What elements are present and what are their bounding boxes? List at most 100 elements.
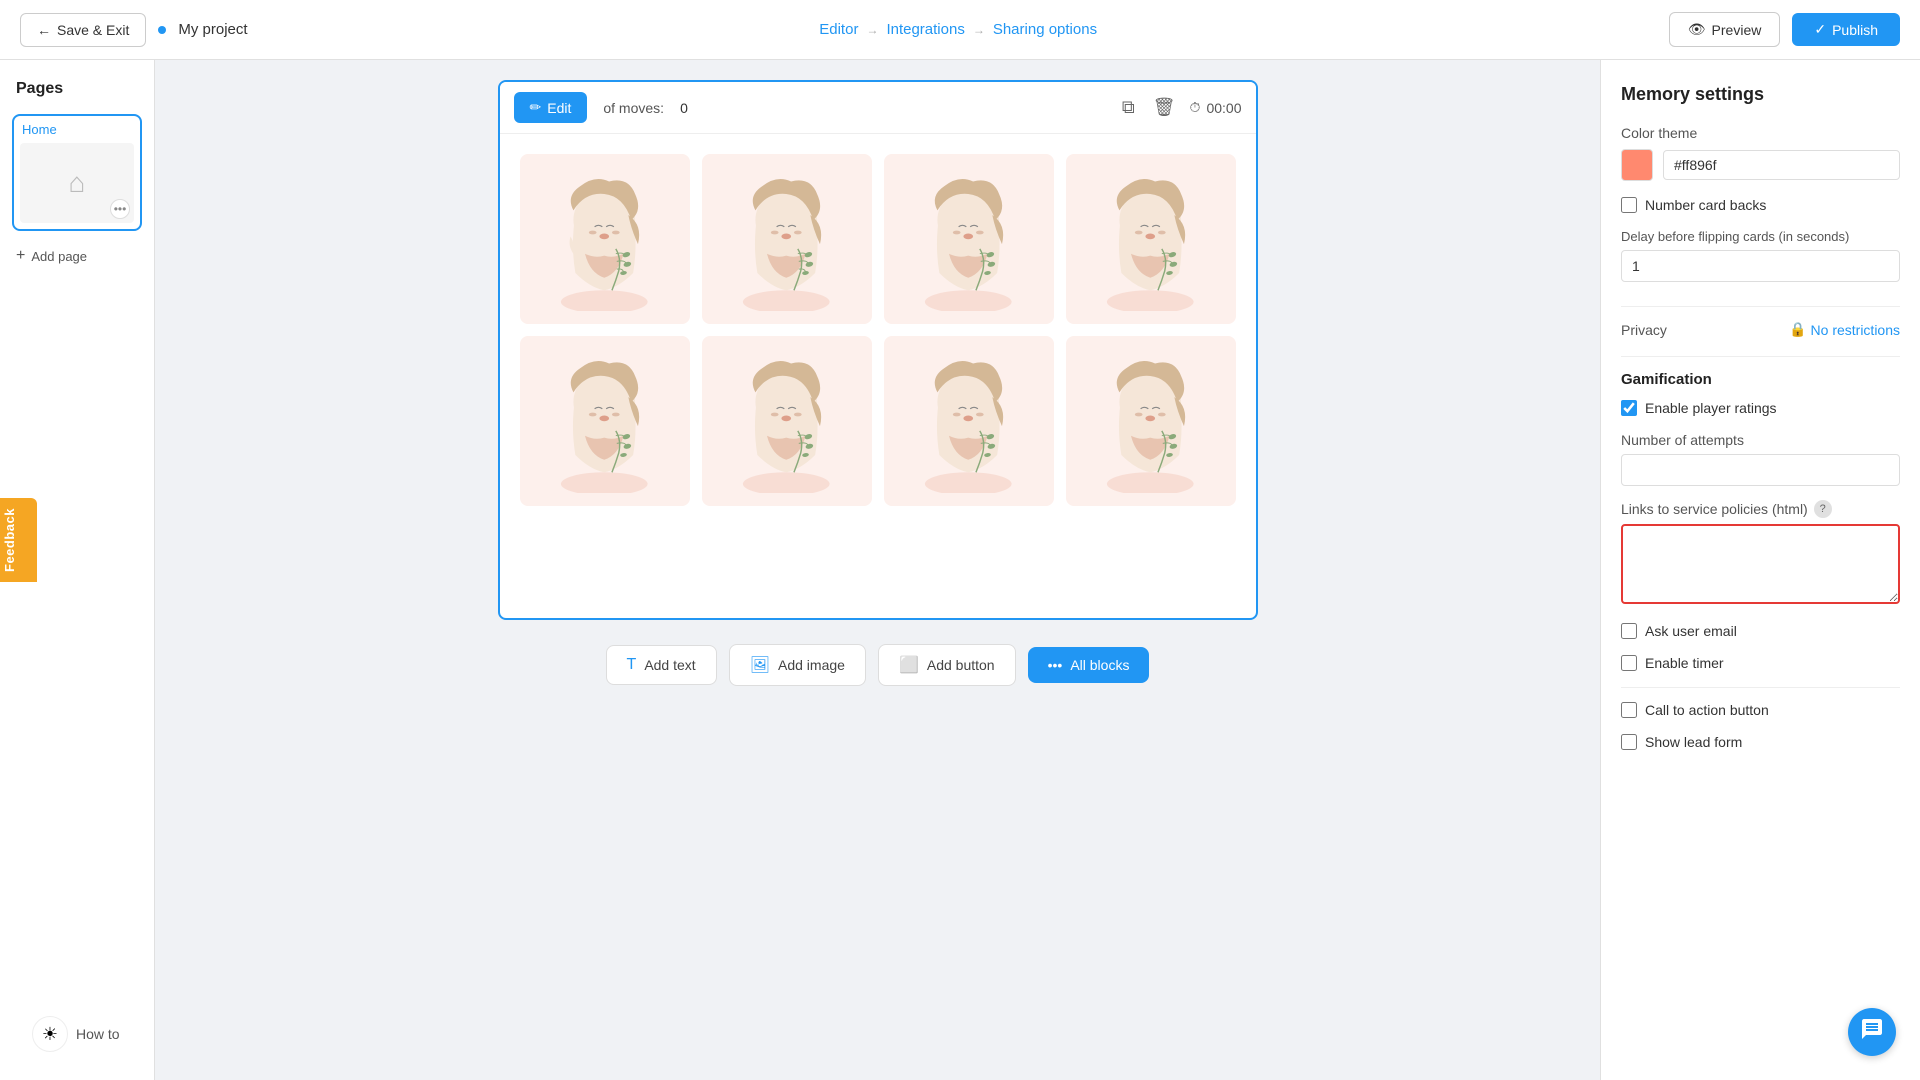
lock-icon: 🔒 [1789,321,1806,338]
clock-icon: ⏱ [1190,99,1201,116]
moves-count: 0 [680,100,688,116]
card-image-1 [520,154,690,324]
bottom-toolbar: T Add text 🖼 Add image ⬜ Add button ••• … [606,628,1150,702]
memory-card-7[interactable] [884,336,1054,506]
nav-integrations[interactable]: Integrations [886,21,964,38]
lead-form-checkbox[interactable] [1621,734,1637,750]
how-to-icon-button[interactable]: ☀ [32,1016,68,1052]
topbar: ← Save & Exit My project Editor → Integr… [0,0,1920,60]
add-page-label: Add page [31,249,87,264]
copy-canvas-button[interactable]: ⧉ [1118,95,1139,120]
card-image-5 [520,336,690,506]
publish-button[interactable]: ✓ Publish [1792,13,1900,46]
topbar-center-nav: Editor → Integrations → Sharing options [248,21,1669,38]
memory-card-1[interactable] [520,154,690,324]
main-layout: Pages Home ⌂ ••• + Add page ☀ How to ✏ [0,60,1920,1080]
card-image-7 [884,336,1054,506]
timer-display: ⏱ 00:00 [1190,99,1242,116]
moves-label: of moves: [603,100,664,116]
enable-ratings-label: Enable player ratings [1645,400,1777,416]
how-to-area: ☀ How to [12,1000,142,1060]
delay-label: Delay before flipping cards (in seconds) [1621,229,1900,244]
add-text-label: Add text [644,657,695,673]
canvas-container: ✏ Edit of moves: 0 ⧉ 🗑 ⏱ 00:00 [498,80,1258,620]
plus-icon: + [16,247,25,265]
add-button-button[interactable]: ⬜ Add button [878,644,1016,686]
image-icon: 🖼 [750,655,770,675]
nav-editor[interactable]: Editor [819,21,858,38]
card-image-4 [1066,154,1236,324]
memory-card-6[interactable] [702,336,872,506]
ask-email-checkbox[interactable] [1621,623,1637,639]
memory-card-4[interactable] [1066,154,1236,324]
color-theme-label: Color theme [1621,125,1900,141]
cta-row: Call to action button [1621,702,1900,718]
enable-timer-checkbox[interactable] [1621,655,1637,671]
policies-textarea[interactable] [1621,524,1900,604]
add-image-label: Add image [778,657,845,673]
number-card-backs-row: Number card backs [1621,197,1900,213]
cta-checkbox[interactable] [1621,702,1637,718]
memory-card-3[interactable] [884,154,1054,324]
page-dots-button[interactable]: ••• [110,199,130,219]
memory-card-2[interactable] [702,154,872,324]
save-exit-button[interactable]: ← Save & Exit [20,13,146,47]
chat-icon [1860,1017,1884,1047]
preview-button[interactable]: 👁 Preview [1669,12,1781,47]
edit-button[interactable]: ✏ Edit [514,92,588,123]
add-button-label: Add button [927,657,995,673]
publish-label: Publish [1832,22,1878,38]
edit-pencil-icon: ✏ [530,99,542,116]
divider-2 [1621,356,1900,357]
pages-title: Pages [12,80,142,98]
edit-label: Edit [547,100,571,116]
delay-input[interactable] [1621,250,1900,282]
memory-card-5[interactable] [520,336,690,506]
save-exit-label: Save & Exit [57,22,129,38]
feedback-tab[interactable]: Feedback [0,498,37,582]
enable-ratings-checkbox[interactable] [1621,400,1637,416]
divider-1 [1621,306,1900,307]
dots-icon: ••• [1048,657,1063,673]
home-page-label: Home [20,122,134,137]
nav-arrow-1: → [866,23,878,37]
color-swatch[interactable] [1621,149,1653,181]
help-icon[interactable]: ? [1814,500,1832,518]
gamification-title: Gamification [1621,371,1900,388]
no-restrictions-link[interactable]: 🔒 No restrictions [1789,321,1900,338]
canvas-topbar-right: ⧉ 🗑 ⏱ 00:00 [1118,95,1242,120]
project-name: My project [178,21,247,38]
cta-label: Call to action button [1645,702,1769,718]
lead-form-row: Show lead form [1621,734,1900,750]
privacy-label: Privacy [1621,322,1667,338]
number-card-backs-checkbox[interactable] [1621,197,1637,213]
home-icon: ⌂ [69,167,86,199]
nav-sharing[interactable]: Sharing options [993,21,1097,38]
add-image-button[interactable]: 🖼 Add image [729,644,866,686]
feedback-button[interactable]: Feedback [0,498,37,582]
attempts-input[interactable] [1621,454,1900,486]
card-image-6 [702,336,872,506]
chat-bubble-button[interactable] [1848,1008,1896,1056]
card-image-8 [1066,336,1236,506]
memory-grid [500,134,1256,526]
color-row [1621,149,1900,181]
ask-email-label: Ask user email [1645,623,1737,639]
home-page-card[interactable]: Home ⌂ ••• [12,114,142,231]
add-text-button[interactable]: T Add text [606,645,717,685]
memory-card-8[interactable] [1066,336,1236,506]
timer-value: 00:00 [1206,100,1241,116]
nav-arrow-2: → [973,23,985,37]
delete-canvas-button[interactable]: 🗑 [1149,95,1180,120]
color-input[interactable] [1663,150,1900,180]
enable-timer-row: Enable timer [1621,655,1900,671]
text-icon: T [627,656,637,674]
eye-icon: 👁 [1688,21,1706,38]
how-to-label[interactable]: How to [76,1026,120,1042]
all-blocks-button[interactable]: ••• All blocks [1028,647,1150,683]
page-thumbnail: ⌂ ••• [20,143,134,223]
add-page-button[interactable]: + Add page [12,243,142,269]
lead-form-label: Show lead form [1645,734,1742,750]
panel-title: Memory settings [1621,84,1900,105]
unsaved-dot [158,26,166,34]
